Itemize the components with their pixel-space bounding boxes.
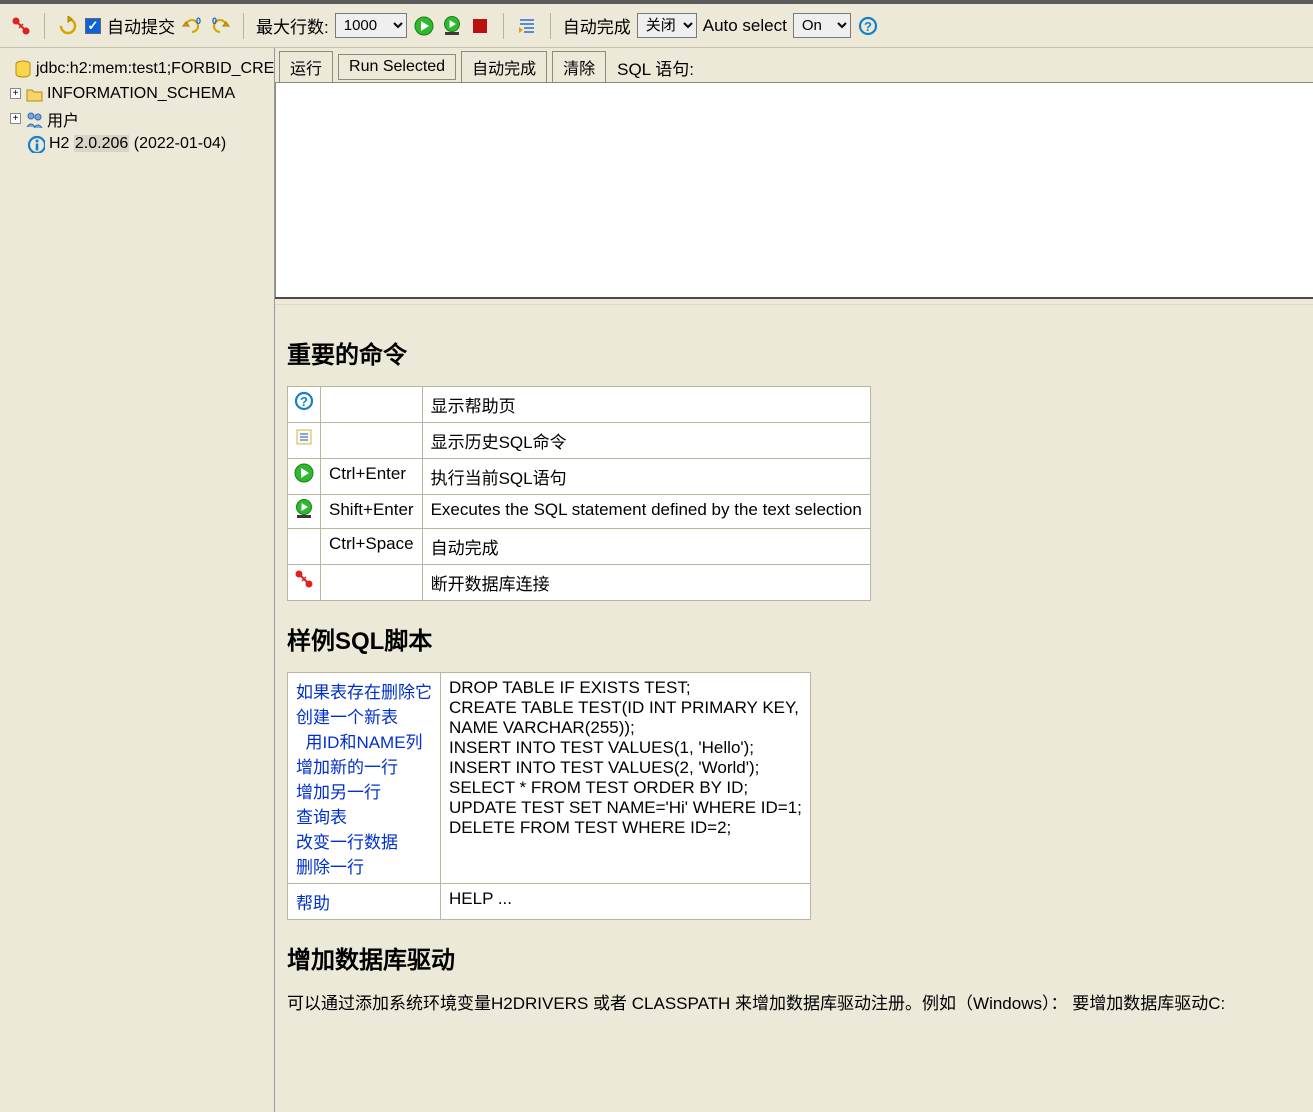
sql-input[interactable] [275, 82, 1313, 297]
script-link[interactable]: 创建一个新表 [296, 708, 398, 727]
shortcut-cell: Ctrl+Space [321, 529, 423, 565]
table-row: 显示历史SQL命令 [288, 423, 871, 459]
run-icon [288, 459, 321, 495]
description-cell: 执行当前SQL语句 [422, 459, 870, 495]
separator [550, 13, 551, 39]
section-title-driver: 增加数据库驱动 [287, 940, 1301, 975]
script-code: DELETE FROM TEST WHERE ID=2; [449, 818, 731, 837]
separator [243, 13, 244, 39]
table-row: 显示帮助页 [288, 387, 871, 423]
script-code: SELECT * FROM TEST ORDER BY ID; [449, 778, 748, 797]
script-link[interactable]: 改变一行数据 [296, 833, 398, 852]
script-link[interactable]: 查询表 [296, 808, 347, 827]
table-row: 断开数据库连接 [288, 565, 871, 601]
stop-icon[interactable] [469, 15, 491, 37]
script-link[interactable]: 增加另一行 [296, 783, 381, 802]
run-selected-button[interactable]: Run Selected [338, 54, 456, 80]
description-cell: 断开数据库连接 [422, 565, 870, 601]
script-code: INSERT INTO TEST VALUES(2, 'World'); [449, 758, 759, 777]
autocomplete-button[interactable]: 自动完成 [461, 51, 547, 83]
expander-icon[interactable]: + [10, 88, 21, 99]
description-cell: 自动完成 [422, 529, 870, 565]
main-toolbar: ✓ 自动提交 最大行数: 1000 自动完成 关闭 Auto select On [0, 4, 1313, 48]
rollback-icon[interactable] [209, 15, 231, 37]
description-cell: Executes the SQL statement defined by th… [422, 495, 870, 529]
runsel-icon [288, 495, 321, 529]
sql-label: SQL 语句: [617, 55, 694, 80]
horizontal-splitter[interactable] [275, 297, 1313, 305]
add-driver-text: 可以通过添加系统环境变量H2DRIVERS 或者 CLASSPATH 来增加数据… [287, 991, 1301, 1017]
script-code: UPDATE TEST SET NAME='Hi' WHERE ID=1; [449, 798, 802, 817]
autocomplete-label: 自动完成 [563, 13, 631, 38]
script-link[interactable]: 用ID和NAME列 [296, 733, 423, 752]
script-code: CREATE TABLE TEST(ID INT PRIMARY KEY, [449, 698, 799, 717]
script-code: DROP TABLE IF EXISTS TEST; [449, 678, 691, 697]
help-icon[interactable] [857, 15, 879, 37]
maxrows-select[interactable]: 1000 [335, 13, 407, 38]
autocomplete-select[interactable]: 关闭 [637, 13, 697, 38]
tree-item-schema[interactable]: + INFORMATION_SCHEMA [10, 81, 270, 106]
indent-icon[interactable] [516, 15, 538, 37]
clear-button[interactable]: 清除 [552, 51, 606, 83]
tree-item-label: INFORMATION_SCHEMA [47, 85, 235, 103]
section-title-scripts: 样例SQL脚本 [287, 621, 1301, 656]
info-icon [27, 135, 45, 153]
table-row: Shift+EnterExecutes the SQL statement de… [288, 495, 871, 529]
autocommit-label: 自动提交 [107, 13, 175, 38]
commit-icon[interactable] [181, 15, 203, 37]
refresh-icon[interactable] [57, 15, 79, 37]
script-link[interactable]: 增加新的一行 [296, 758, 398, 777]
script-link[interactable]: 如果表存在删除它 [296, 683, 432, 702]
tree-item-users[interactable]: + 用户 [10, 106, 270, 131]
blank-icon [288, 529, 321, 565]
version-number: 2.0.206 [74, 135, 129, 152]
script-link[interactable]: 删除一行 [296, 858, 364, 877]
commands-table: 显示帮助页显示历史SQL命令Ctrl+Enter执行当前SQL语句Shift+E… [287, 386, 871, 601]
autoselect-select[interactable]: On [793, 13, 851, 38]
users-icon [25, 110, 43, 128]
shortcut-cell: Shift+Enter [321, 495, 423, 529]
run-button[interactable]: 运行 [279, 51, 333, 83]
separator [44, 13, 45, 39]
autocommit-checkbox[interactable]: ✓ [85, 18, 101, 34]
script-link[interactable]: 帮助 [296, 894, 330, 913]
tree-root[interactable]: jdbc:h2:mem:test1;FORBID_CREATION=TRUE [10, 56, 270, 81]
shortcut-cell [321, 423, 423, 459]
tree-item-label: 用户 [47, 107, 79, 131]
expander-icon[interactable]: + [10, 113, 21, 124]
table-row: Ctrl+Space自动完成 [288, 529, 871, 565]
maxrows-label: 最大行数: [256, 13, 329, 38]
description-cell: 显示历史SQL命令 [422, 423, 870, 459]
script-code: NAME VARCHAR(255)); [449, 718, 635, 737]
shortcut-cell: Ctrl+Enter [321, 459, 423, 495]
shortcut-cell [321, 387, 423, 423]
separator [503, 13, 504, 39]
description-cell: 显示帮助页 [422, 387, 870, 423]
results-panel: 重要的命令 显示帮助页显示历史SQL命令Ctrl+Enter执行当前SQL语句S… [275, 305, 1313, 1112]
autoselect-label: Auto select [703, 16, 787, 36]
table-row: Ctrl+Enter执行当前SQL语句 [288, 459, 871, 495]
tree-version: H2 2.0.206 (2022-01-04) [10, 131, 270, 156]
section-title-commands: 重要的命令 [287, 335, 1301, 370]
jdbc-url: jdbc:h2:mem:test1;FORBID_CREATION=TRUE [36, 60, 275, 78]
command-bar: 运行 Run Selected 自动完成 清除 SQL 语句: [275, 48, 1313, 82]
script-code: HELP ... [449, 889, 512, 908]
disconnect-icon [288, 565, 321, 601]
script-code: INSERT INTO TEST VALUES(1, 'Hello'); [449, 738, 754, 757]
database-icon [14, 60, 32, 78]
folder-icon [25, 85, 43, 103]
run-selected-icon[interactable] [441, 15, 463, 37]
disconnect-icon[interactable] [10, 15, 32, 37]
history-icon [288, 423, 321, 459]
scripts-table: 如果表存在删除它创建一个新表 用ID和NAME列增加新的一行增加另一行查询表改变… [287, 672, 811, 920]
run-icon[interactable] [413, 15, 435, 37]
shortcut-cell [321, 565, 423, 601]
tree-sidebar: jdbc:h2:mem:test1;FORBID_CREATION=TRUE +… [0, 48, 275, 1112]
help-icon [288, 387, 321, 423]
